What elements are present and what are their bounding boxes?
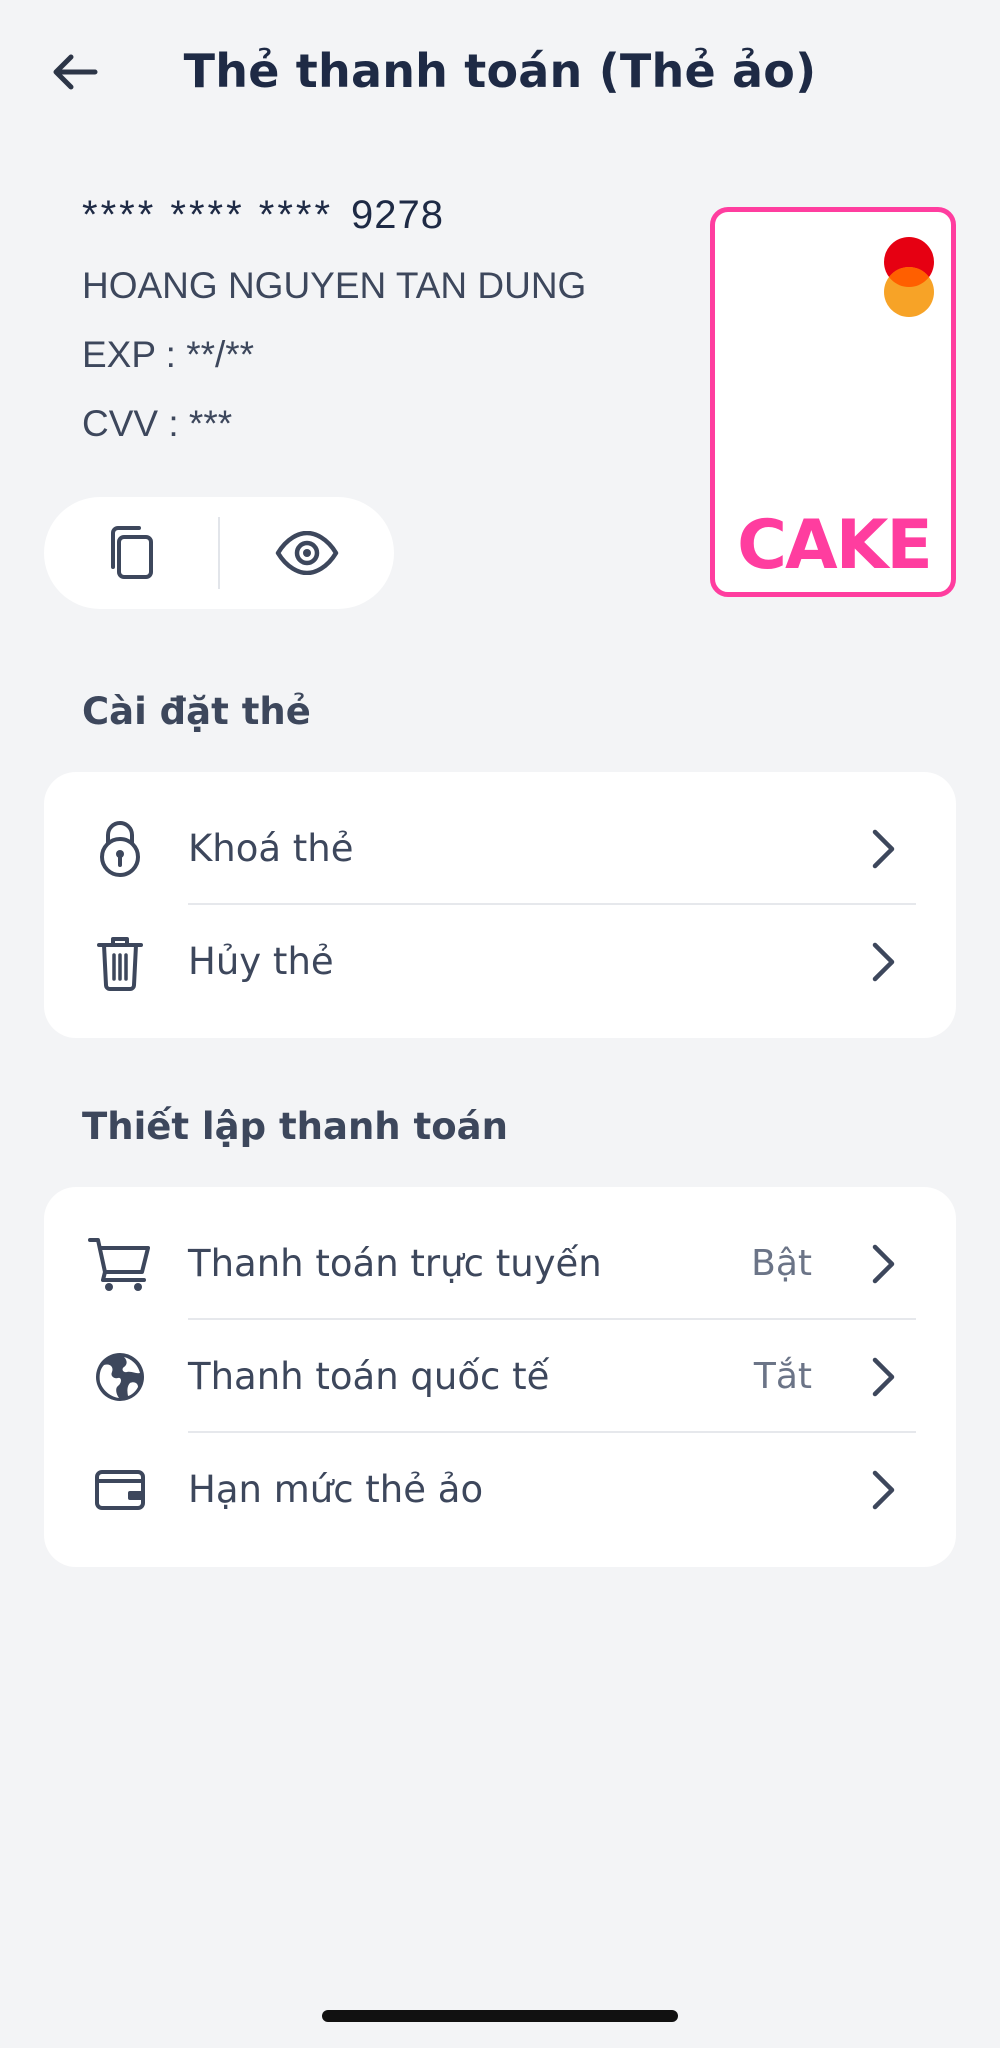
mastercard-logo-overlap — [884, 267, 934, 317]
online-payment-row[interactable]: Thanh toán trực tuyến Bật — [44, 1207, 956, 1320]
cancel-card-row[interactable]: Hủy thẻ — [44, 905, 956, 1018]
card-settings-title: Cài đặt thẻ — [82, 690, 311, 733]
card-holder-name: HOANG NGUYEN TAN DUNG — [82, 265, 587, 306]
lock-icon — [88, 817, 152, 881]
card-actions — [44, 497, 394, 609]
top-bar: Thẻ thanh toán (Thẻ ảo) — [0, 0, 1000, 150]
card-detail-screen: Thẻ thanh toán (Thẻ ảo) **** **** **** 92… — [0, 0, 1000, 2048]
chevron-right-icon — [864, 1466, 904, 1514]
cancel-card-label: Hủy thẻ — [188, 940, 334, 983]
card-settings-panel: Khoá thẻ Hủy thẻ — [44, 772, 956, 1038]
chevron-right-icon — [864, 1353, 904, 1401]
payment-settings-panel: Thanh toán trực tuyến Bật Thanh toán quố… — [44, 1187, 956, 1567]
wallet-icon — [88, 1458, 152, 1522]
copy-card-button[interactable] — [44, 497, 218, 609]
card-number-last4: 9278 — [351, 193, 445, 237]
online-payment-status: Bật — [751, 1243, 812, 1284]
lock-card-row[interactable]: Khoá thẻ — [44, 792, 956, 905]
eye-icon — [275, 531, 339, 575]
virtual-card-limit-label: Hạn mức thẻ ảo — [188, 1468, 484, 1511]
cake-brand-logo: CAKE — [737, 506, 933, 580]
home-indicator[interactable] — [322, 2010, 678, 2022]
international-payment-status: Tắt — [753, 1356, 812, 1397]
virtual-card-image: CAKE — [710, 207, 956, 597]
card-expiry: EXP : **/** — [82, 334, 255, 375]
chevron-right-icon — [864, 1240, 904, 1288]
card-number: **** **** **** 9278 — [82, 195, 586, 235]
svg-text:CAKE: CAKE — [737, 506, 931, 580]
lock-card-label: Khoá thẻ — [188, 827, 354, 870]
international-payment-row[interactable]: Thanh toán quốc tế Tắt — [44, 1320, 956, 1433]
globe-icon — [88, 1345, 152, 1409]
card-details: **** **** **** 9278 HOANG NGUYEN TAN DUNG… — [82, 195, 586, 474]
online-payment-label: Thanh toán trực tuyến — [188, 1242, 602, 1285]
chevron-right-icon — [864, 938, 904, 986]
card-number-mask: **** **** **** — [82, 193, 334, 237]
page-title: Thẻ thanh toán (Thẻ ảo) — [183, 44, 817, 98]
chevron-right-icon — [864, 825, 904, 873]
payment-settings-title: Thiết lập thanh toán — [82, 1105, 508, 1148]
show-card-details-button[interactable] — [220, 497, 394, 609]
virtual-card-limit-row[interactable]: Hạn mức thẻ ảo — [44, 1433, 956, 1546]
card-cvv: CVV : *** — [82, 403, 233, 444]
international-payment-label: Thanh toán quốc tế — [188, 1355, 550, 1398]
copy-icon — [111, 526, 153, 579]
cart-icon — [88, 1232, 152, 1296]
trash-icon — [88, 930, 152, 994]
